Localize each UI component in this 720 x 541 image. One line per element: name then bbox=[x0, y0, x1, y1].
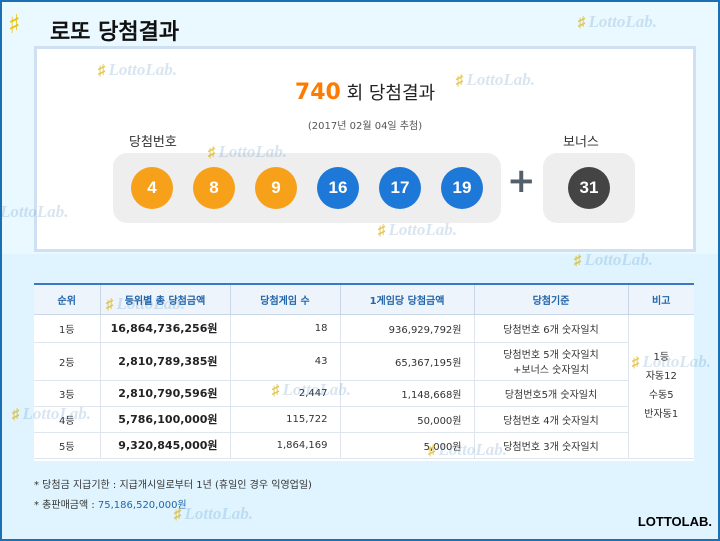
games-cell: 1,864,169 bbox=[229, 432, 340, 459]
table-row: 1등 16,864,736,256원 18 936,929,792원 당첨번호 … bbox=[34, 314, 694, 459]
criteria-cell: 당첨번호5개 숫자일치 bbox=[473, 380, 628, 407]
total-prize-cell: 9,320,845,000원 bbox=[99, 432, 230, 459]
number-ball: 16 bbox=[317, 167, 359, 209]
result-box: 740 회 당첨결과 (2017년 02월 04일 추첨) 당첨번호 보너스 4… bbox=[34, 46, 696, 252]
criteria-text: +보너스 숫자일치 bbox=[513, 365, 589, 376]
notes-cell: 1등 자동12 수동5 반자동1 bbox=[627, 314, 694, 459]
total-sales-value: 75,186,520,000원 bbox=[97, 500, 187, 511]
bonus-number: 31 bbox=[543, 153, 635, 223]
notes-line: 수동5 bbox=[648, 390, 674, 401]
notes-line: 1등 bbox=[653, 352, 670, 363]
round-suffix: 회 당첨결과 bbox=[346, 83, 436, 104]
table-header-row: 순위 등위별 총 당첨금액 당첨게임 수 1게임당 당첨금액 당첨기준 비고 bbox=[34, 283, 694, 315]
criteria-cell: 당첨번호 4개 숫자일치 bbox=[473, 406, 628, 433]
rank-cell: 4등 bbox=[34, 406, 100, 433]
table-row: 5등 9,320,845,000원 1,864,169 5,000원 당첨번호 … bbox=[34, 432, 694, 459]
rank-cell: 1등 bbox=[34, 314, 100, 343]
criteria-cell: 당첨번호 5개 숫자일치 +보너스 숫자일치 bbox=[473, 342, 628, 381]
brand-logo: LOTTOLAB. bbox=[637, 514, 712, 529]
rank-cell: 2등 bbox=[34, 342, 100, 381]
draw-date: (2017년 02월 04일 추첨) bbox=[307, 121, 423, 132]
table-row: 2등 2,810,789,385원 43 65,367,195원 당첨번호 5개… bbox=[34, 342, 694, 381]
rank-cell: 3등 bbox=[34, 380, 100, 407]
winning-numbers: 4 8 9 16 17 19 bbox=[113, 153, 501, 223]
criteria-text: 당첨번호5개 숫자일치 bbox=[504, 389, 598, 401]
footer-notes: * 당첨금 지급기한 : 지급개시일로부터 1년 (휴일인 경우 익영업일) *… bbox=[34, 476, 312, 516]
number-ball: 4 bbox=[131, 167, 173, 209]
criteria-cell: 당첨번호 3개 숫자일치 bbox=[473, 432, 628, 459]
games-cell: 18 bbox=[229, 314, 340, 343]
bonus-ball: 31 bbox=[568, 167, 610, 209]
plus-icon: + bbox=[507, 161, 536, 201]
round-number: 740 bbox=[294, 80, 341, 105]
per-game-cell: 1,148,668원 bbox=[339, 380, 474, 407]
table-row: 4등 5,786,100,000원 115,722 50,000원 당첨번호 4… bbox=[34, 406, 694, 433]
col-winning-games: 당첨게임 수 bbox=[229, 283, 340, 315]
table-row: 3등 2,810,790,596원 2,447 1,148,668원 당첨번호5… bbox=[34, 380, 694, 407]
total-sales-note: * 총판매금액 : 75,186,520,000원 bbox=[34, 496, 312, 516]
total-prize-cell: 16,864,736,256원 bbox=[99, 314, 230, 343]
col-criteria: 당첨기준 bbox=[473, 283, 628, 315]
total-sales-label: * 총판매금액 : bbox=[34, 500, 98, 511]
rank-cell: 5등 bbox=[34, 432, 100, 459]
per-game-cell: 936,929,792원 bbox=[339, 314, 474, 343]
hash-coin-icon: ♯ bbox=[8, 10, 21, 40]
per-game-cell: 5,000원 bbox=[339, 432, 474, 459]
total-prize-cell: 2,810,790,596원 bbox=[99, 380, 230, 407]
prize-table: 순위 등위별 총 당첨금액 당첨게임 수 1게임당 당첨금액 당첨기준 비고 1… bbox=[34, 283, 694, 461]
col-rank: 순위 bbox=[34, 283, 100, 315]
payout-deadline-note: * 당첨금 지급기한 : 지급개시일로부터 1년 (휴일인 경우 익영업일) bbox=[34, 480, 312, 491]
criteria-text: 당첨번호 4개 숫자일치 bbox=[503, 415, 599, 427]
round-heading: 740 회 당첨결과 bbox=[37, 79, 693, 105]
notes-line: 반자동1 bbox=[644, 409, 679, 420]
number-ball: 19 bbox=[441, 167, 483, 209]
games-cell: 2,447 bbox=[229, 380, 340, 407]
games-cell: 43 bbox=[229, 342, 340, 381]
col-notes: 비고 bbox=[627, 283, 694, 315]
number-ball: 8 bbox=[193, 167, 235, 209]
col-prize-per-game: 1게임당 당첨금액 bbox=[339, 283, 474, 315]
col-total-prize: 등위별 총 당첨금액 bbox=[99, 283, 230, 315]
bonus-label: 보너스 bbox=[563, 135, 599, 150]
page-title: 로또 당첨결과 bbox=[50, 20, 180, 45]
total-prize-cell: 2,810,789,385원 bbox=[99, 342, 230, 381]
number-ball: 17 bbox=[379, 167, 421, 209]
per-game-cell: 50,000원 bbox=[339, 406, 474, 433]
winning-numbers-label: 당첨번호 bbox=[129, 135, 177, 150]
criteria-cell: 당첨번호 6개 숫자일치 bbox=[473, 314, 628, 343]
games-cell: 115,722 bbox=[229, 406, 340, 433]
criteria-text: 당첨번호 3개 숫자일치 bbox=[503, 441, 599, 453]
criteria-text: 당첨번호 5개 숫자일치 bbox=[503, 350, 599, 361]
per-game-cell: 65,367,195원 bbox=[339, 342, 474, 381]
criteria-text: 당첨번호 6개 숫자일치 bbox=[503, 324, 599, 336]
total-prize-cell: 5,786,100,000원 bbox=[99, 406, 230, 433]
number-ball: 9 bbox=[255, 167, 297, 209]
notes-line: 자동12 bbox=[645, 371, 677, 382]
